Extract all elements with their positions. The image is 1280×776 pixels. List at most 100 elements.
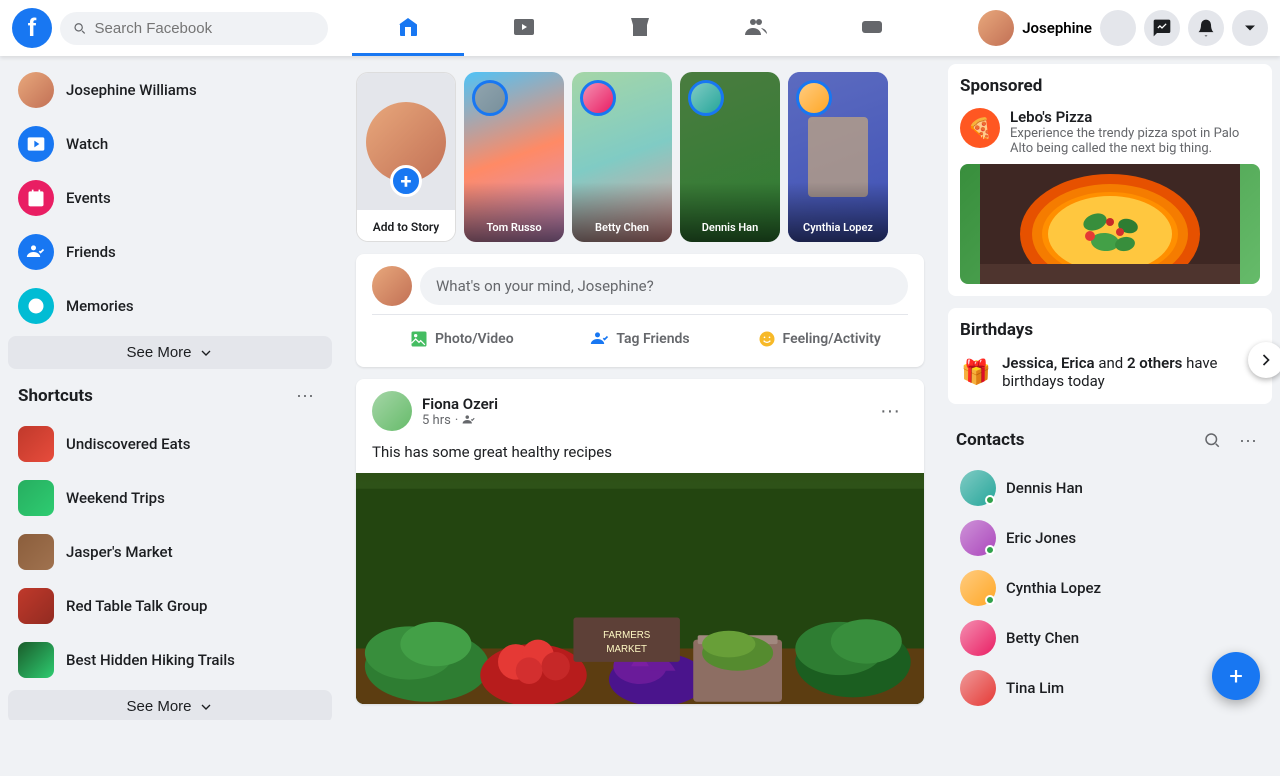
facebook-logo[interactable]: f <box>12 8 52 48</box>
search-input[interactable] <box>95 20 316 37</box>
hiking-icon <box>18 642 54 678</box>
story-betty[interactable]: Betty Chen <box>572 72 672 242</box>
watch-label: Watch <box>66 135 108 153</box>
watch-icon <box>18 126 54 162</box>
contact-eric-avatar <box>960 520 996 556</box>
see-more-shortcuts-button[interactable]: See More <box>8 690 332 720</box>
contact-dennis[interactable]: Dennis Han <box>952 464 1268 512</box>
create-button[interactable] <box>1100 10 1136 46</box>
story-cynthia-avatar <box>796 80 832 116</box>
events-label: Events <box>66 189 111 207</box>
sponsored-section: Sponsored 🍕 Lebo's Pizza Experience the … <box>948 64 1272 296</box>
sidebar-item-weekend-trips[interactable]: Weekend Trips <box>8 472 332 524</box>
post-image: FARMERS MARKET <box>356 473 924 704</box>
contacts-title: Contacts <box>956 430 1024 450</box>
nav-watch[interactable] <box>468 0 580 56</box>
contact-molly[interactable]: Molly Carter <box>952 714 1268 720</box>
new-message-float-button[interactable]: + <box>1212 652 1260 700</box>
header: f Josephine <box>0 0 1280 56</box>
sidebar-item-friends[interactable]: Friends <box>8 226 332 278</box>
feeling-label: Feeling/Activity <box>783 331 881 347</box>
sidebar-item-watch[interactable]: Watch <box>8 118 332 170</box>
photo-label: Photo/Video <box>435 331 514 347</box>
header-left: f <box>0 8 340 48</box>
sidebar-item-events[interactable]: Events <box>8 172 332 224</box>
post-text: This has some great healthy recipes <box>356 443 924 473</box>
sidebar-item-red-table[interactable]: Red Table Talk Group <box>8 580 332 632</box>
messenger-button[interactable] <box>1144 10 1180 46</box>
contact-dennis-avatar <box>960 470 996 506</box>
nav-marketplace[interactable] <box>584 0 696 56</box>
story-cynthia-name: Cynthia Lopez <box>792 221 884 234</box>
sponsored-title: Sponsored <box>960 76 1260 96</box>
story-cynthia[interactable]: Cynthia Lopez <box>788 72 888 242</box>
photo-video-button[interactable]: Photo/Video <box>372 323 551 355</box>
birthday-count: 2 others <box>1127 354 1182 372</box>
contact-betty-avatar <box>960 620 996 656</box>
composer-top: What's on your mind, Josephine? <box>372 266 908 306</box>
contact-dennis-name: Dennis Han <box>1006 479 1083 497</box>
weekend-trips-icon <box>18 480 54 516</box>
shortcuts-section-header: Shortcuts ··· <box>8 373 332 418</box>
nav-groups[interactable] <box>700 0 812 56</box>
left-sidebar: Josephine Williams Watch Events Friends <box>0 56 340 720</box>
sidebar-item-memories[interactable]: Memories <box>8 280 332 332</box>
nav-gaming[interactable] <box>816 0 928 56</box>
post-meta: Fiona Ozeri 5 hrs · <box>422 395 862 428</box>
post-more-button[interactable]: ··· <box>872 396 908 427</box>
user-profile-link[interactable]: Josephine <box>978 10 1092 46</box>
header-right: Josephine <box>940 10 1280 46</box>
ad-image[interactable] <box>960 164 1260 284</box>
composer-input[interactable]: What's on your mind, Josephine? <box>420 267 908 305</box>
friends-icon <box>18 234 54 270</box>
contact-tina-avatar <box>960 670 996 706</box>
contacts-actions: ··· <box>1196 424 1264 456</box>
sidebar-item-profile[interactable]: Josephine Williams <box>8 64 332 116</box>
main-nav <box>340 0 940 56</box>
birthday-icon: 🎁 <box>960 352 992 392</box>
contact-cynthia[interactable]: Cynthia Lopez <box>952 564 1268 612</box>
search-bar[interactable] <box>60 12 328 45</box>
ad-logo: 🍕 <box>960 108 1000 148</box>
shortcuts-more-button[interactable]: ··· <box>288 381 322 410</box>
post-header: Fiona Ozeri 5 hrs · ··· <box>356 379 924 443</box>
jaspers-market-icon <box>18 534 54 570</box>
right-sidebar: Sponsored 🍕 Lebo's Pizza Experience the … <box>940 56 1280 720</box>
contact-cynthia-name: Cynthia Lopez <box>1006 579 1101 597</box>
post-time: 5 hrs · <box>422 413 862 428</box>
contact-betty[interactable]: Betty Chen <box>952 614 1268 662</box>
sidebar-item-jaspers-market[interactable]: Jasper's Market <box>8 526 332 578</box>
main-layout: Josephine Williams Watch Events Friends <box>0 56 1280 720</box>
profile-avatar <box>18 72 54 108</box>
story-betty-avatar <box>580 80 616 116</box>
post-card-1: Fiona Ozeri 5 hrs · ··· This has some gr… <box>356 379 924 704</box>
contacts-more-button[interactable]: ··· <box>1232 424 1264 456</box>
birthdays-section: Birthdays 🎁 Jessica, Erica and 2 others … <box>948 308 1272 404</box>
friends-label: Friends <box>66 243 116 261</box>
add-story-card[interactable]: + Add to Story <box>356 72 456 242</box>
svg-text:FARMERS: FARMERS <box>603 630 651 641</box>
sidebar-item-hiking[interactable]: Best Hidden Hiking Trails <box>8 634 332 686</box>
feeling-activity-button[interactable]: Feeling/Activity <box>729 323 908 355</box>
jaspers-market-label: Jasper's Market <box>66 543 173 561</box>
contact-betty-name: Betty Chen <box>1006 629 1079 647</box>
nav-home[interactable] <box>352 0 464 56</box>
contacts-search-button[interactable] <box>1196 424 1228 456</box>
contact-eric[interactable]: Eric Jones <box>952 514 1268 562</box>
account-menu-button[interactable] <box>1232 10 1268 46</box>
story-tom[interactable]: Tom Russo <box>464 72 564 242</box>
story-dennis[interactable]: Dennis Han <box>680 72 780 242</box>
tag-friends-button[interactable]: Tag Friends <box>551 323 730 355</box>
birthday-names: Jessica, Erica <box>1002 354 1095 372</box>
user-avatar <box>978 10 1014 46</box>
contact-tina-name: Tina Lim <box>1006 679 1064 697</box>
post-composer: What's on your mind, Josephine? Photo/Vi… <box>356 254 924 367</box>
sidebar-item-undiscovered-eats[interactable]: Undiscovered Eats <box>8 418 332 470</box>
see-more-nav-button[interactable]: See More <box>8 336 332 369</box>
story-dennis-name: Dennis Han <box>684 221 776 234</box>
weekend-trips-label: Weekend Trips <box>66 489 165 507</box>
ad-title: Lebo's Pizza <box>1010 108 1260 126</box>
user-name: Josephine <box>1022 19 1092 37</box>
composer-placeholder: What's on your mind, Josephine? <box>436 277 654 295</box>
notifications-button[interactable] <box>1188 10 1224 46</box>
